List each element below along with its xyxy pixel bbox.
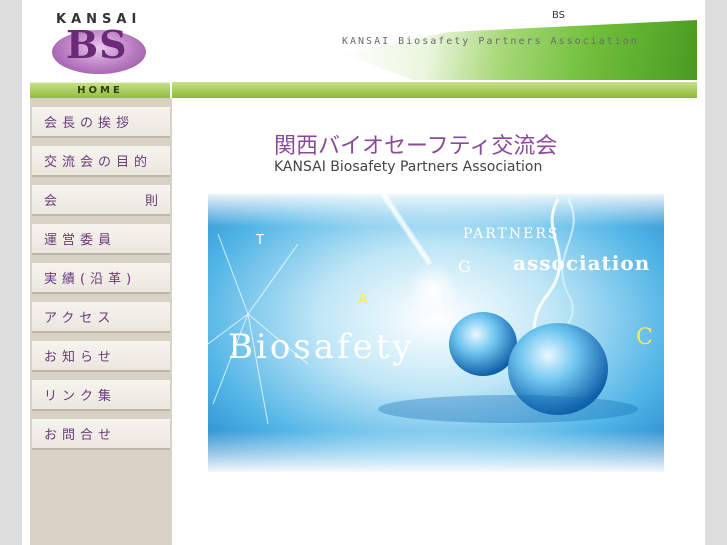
- header-caption: KANSAI Biosafety Partners Association: [342, 36, 639, 47]
- rules-right-char: 則: [144, 194, 158, 209]
- sidebar-item-label: アクセス: [44, 311, 116, 326]
- hero-letter-a: A: [358, 292, 368, 308]
- sidebar-item-access[interactable]: アクセス: [32, 302, 170, 333]
- sidebar-item-label: 実績(沿革): [44, 272, 137, 287]
- sidebar-item-contact[interactable]: お問合せ: [32, 419, 170, 450]
- sidebar-item-label: お知らせ: [44, 350, 116, 365]
- sidebar-item-label: 運営委員: [44, 233, 117, 248]
- sidebar-item-history[interactable]: 実績(沿革): [32, 263, 170, 294]
- sidebar-item-news[interactable]: お知らせ: [32, 341, 170, 372]
- hero-biosafety-text: Biosafety: [228, 327, 415, 367]
- hero-letter-c: C: [636, 325, 653, 350]
- sidebar-item-label: 会則: [32, 190, 170, 209]
- hero-image: Biosafety PARTNERS association T G A C: [208, 194, 664, 472]
- sidebar-item-committee[interactable]: 運営委員: [32, 224, 170, 255]
- hero-letter-g: G: [458, 257, 471, 276]
- nav-green-bar: [172, 82, 697, 98]
- hero-partners-text: PARTNERS: [463, 226, 559, 242]
- sidebar-item-label: リンク集: [44, 389, 117, 404]
- header: KANSAI BS BS KANSAI Biosafety Partners A…: [22, 0, 705, 82]
- sidebar-nav: 会長の挨拶 交流会の目的 会則 運営委員 実績(沿革) アクセス お知らせ リン…: [30, 107, 172, 450]
- page: KANSAI BS BS KANSAI Biosafety Partners A…: [22, 0, 705, 545]
- sidebar-item-greeting[interactable]: 会長の挨拶: [32, 107, 170, 138]
- home-label: HOME: [77, 85, 123, 96]
- header-bs-label: BS: [552, 10, 566, 21]
- sidebar-item-links[interactable]: リンク集: [32, 380, 170, 411]
- sidebar-item-rules[interactable]: 会則: [32, 185, 170, 216]
- sidebar-item-label: 交流会の目的: [44, 155, 153, 170]
- home-link[interactable]: HOME: [30, 82, 170, 98]
- hero-illustration: Biosafety PARTNERS association T G A C: [208, 194, 664, 472]
- sidebar-item-label: お問合せ: [44, 428, 117, 443]
- sidebar: 会長の挨拶 交流会の目的 会則 運営委員 実績(沿革) アクセス お知らせ リン…: [30, 98, 172, 545]
- header-green-band: [342, 20, 697, 80]
- page-title: 関西バイオセーフティ交流会: [274, 134, 558, 159]
- logo-bs-text: BS: [66, 22, 128, 67]
- sidebar-item-purpose[interactable]: 交流会の目的: [32, 146, 170, 177]
- hero-association-text: association: [513, 251, 650, 275]
- hero-letter-t: T: [255, 233, 264, 248]
- page-subtitle: KANSAI Biosafety Partners Association: [274, 159, 543, 175]
- sidebar-item-label: 会長の挨拶: [44, 116, 135, 131]
- rules-left-char: 会: [44, 194, 58, 209]
